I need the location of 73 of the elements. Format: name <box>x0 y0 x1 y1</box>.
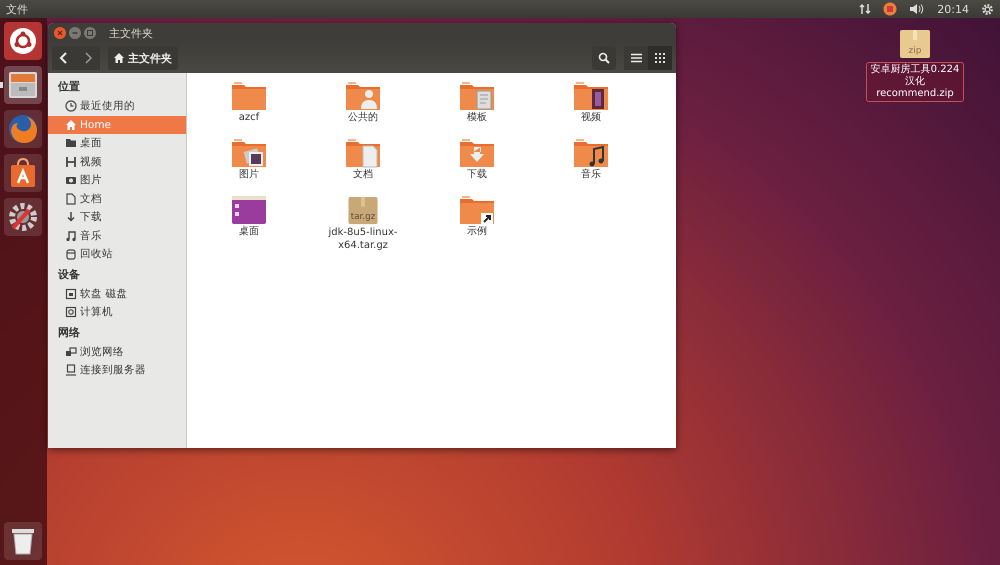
dash-button[interactable] <box>4 22 42 60</box>
monitor-icon <box>65 364 77 376</box>
drive-icon <box>65 288 77 300</box>
file-name: 桌面 <box>238 226 260 238</box>
sidebar-heading: 设备 <box>56 266 81 282</box>
file-name: 音乐 <box>580 169 602 182</box>
file-name: 视频 <box>580 112 602 124</box>
folder-with-emblem-icon[interactable] <box>573 138 609 168</box>
document-icon <box>65 192 77 205</box>
trash-launcher-icon[interactable] <box>4 522 42 560</box>
file-name: 示例 <box>466 226 488 238</box>
sidebar-heading: 网络 <box>57 324 81 340</box>
sidebar-item[interactable]: 图片 <box>48 171 186 190</box>
sidebar-item[interactable]: 浏览网络 <box>48 342 186 361</box>
minimize-icon[interactable] <box>69 27 81 39</box>
file-name: azcf <box>238 112 260 124</box>
settings-icon[interactable] <box>981 2 994 16</box>
maximize-icon[interactable] <box>84 27 96 39</box>
sidebar-item[interactable]: 软盘 磁盘 <box>48 284 186 303</box>
folder-icon[interactable] <box>231 81 267 111</box>
network-icon <box>65 346 77 358</box>
back-button[interactable] <box>52 46 76 70</box>
sidebar-item[interactable]: 计算机 <box>48 303 186 322</box>
file-name: 模板 <box>466 112 488 124</box>
clock[interactable]: 20:14 <box>937 2 969 16</box>
sidebar-item[interactable]: 连接到服务器 <box>48 361 186 380</box>
down-arrow-icon <box>65 211 77 224</box>
music-note-icon <box>65 230 77 242</box>
list-view-button[interactable] <box>624 46 648 70</box>
sidebar-item[interactable]: 回收站 <box>48 245 186 264</box>
clock-icon <box>65 100 77 112</box>
home-icon <box>114 53 124 63</box>
file-name: 下载 <box>466 169 488 182</box>
search-icon <box>598 52 610 64</box>
grid-icon <box>655 53 665 63</box>
file-name: 图片 <box>238 169 260 182</box>
close-icon[interactable] <box>54 27 66 39</box>
film-icon <box>65 156 77 168</box>
grid-view-button[interactable] <box>648 46 672 70</box>
sidebar-item[interactable]: 最近使用的 <box>48 97 186 116</box>
forward-button[interactable] <box>76 46 100 70</box>
file-name: jdk-8u5-linux-x64.tar.gz <box>327 227 398 252</box>
file-cabinet-launcher-icon[interactable] <box>4 66 42 104</box>
desktop-folder-icon[interactable] <box>231 195 267 225</box>
home-icon <box>65 118 77 131</box>
folder-icon <box>65 137 77 150</box>
folder-with-emblem-icon[interactable] <box>573 81 609 111</box>
path-button[interactable]: 主文件夹 <box>108 46 178 70</box>
archive-box-icon[interactable]: tar.gz <box>346 195 380 226</box>
trash-icon <box>65 248 77 260</box>
computer-icon <box>65 306 77 318</box>
sidebar-item[interactable]: 桌面 <box>48 134 186 152</box>
desktop-file-label[interactable]: 安卓厨房工具0.224汉化 recommend.zip <box>866 62 964 102</box>
sidebar-item[interactable]: 下载 <box>48 208 186 226</box>
browser-launcher-icon[interactable] <box>4 110 42 148</box>
update-badge-icon[interactable] <box>883 2 898 16</box>
file-name: 文档 <box>352 169 374 182</box>
shopping-bag-launcher-icon[interactable] <box>4 154 42 192</box>
network-arrows-icon[interactable] <box>859 3 872 15</box>
folder-with-emblem-icon[interactable] <box>459 195 495 225</box>
list-icon <box>630 53 642 63</box>
sidebar-heading: 位置 <box>56 79 81 95</box>
window-title: 主文件夹 <box>109 26 153 40</box>
sidebar-item[interactable]: 视频 <box>48 152 186 171</box>
search-button[interactable] <box>592 46 616 70</box>
sidebar-item[interactable]: 文档 <box>48 190 186 208</box>
camera-icon <box>65 174 77 186</box>
wrench-gear-launcher-icon[interactable] <box>4 198 42 236</box>
app-menu-title[interactable]: 文件 <box>6 2 28 16</box>
folder-with-emblem-icon[interactable] <box>231 138 267 168</box>
file-name: 公共的 <box>347 112 379 124</box>
volume-icon[interactable] <box>909 3 926 15</box>
sidebar-item[interactable]: 音乐 <box>48 226 186 245</box>
